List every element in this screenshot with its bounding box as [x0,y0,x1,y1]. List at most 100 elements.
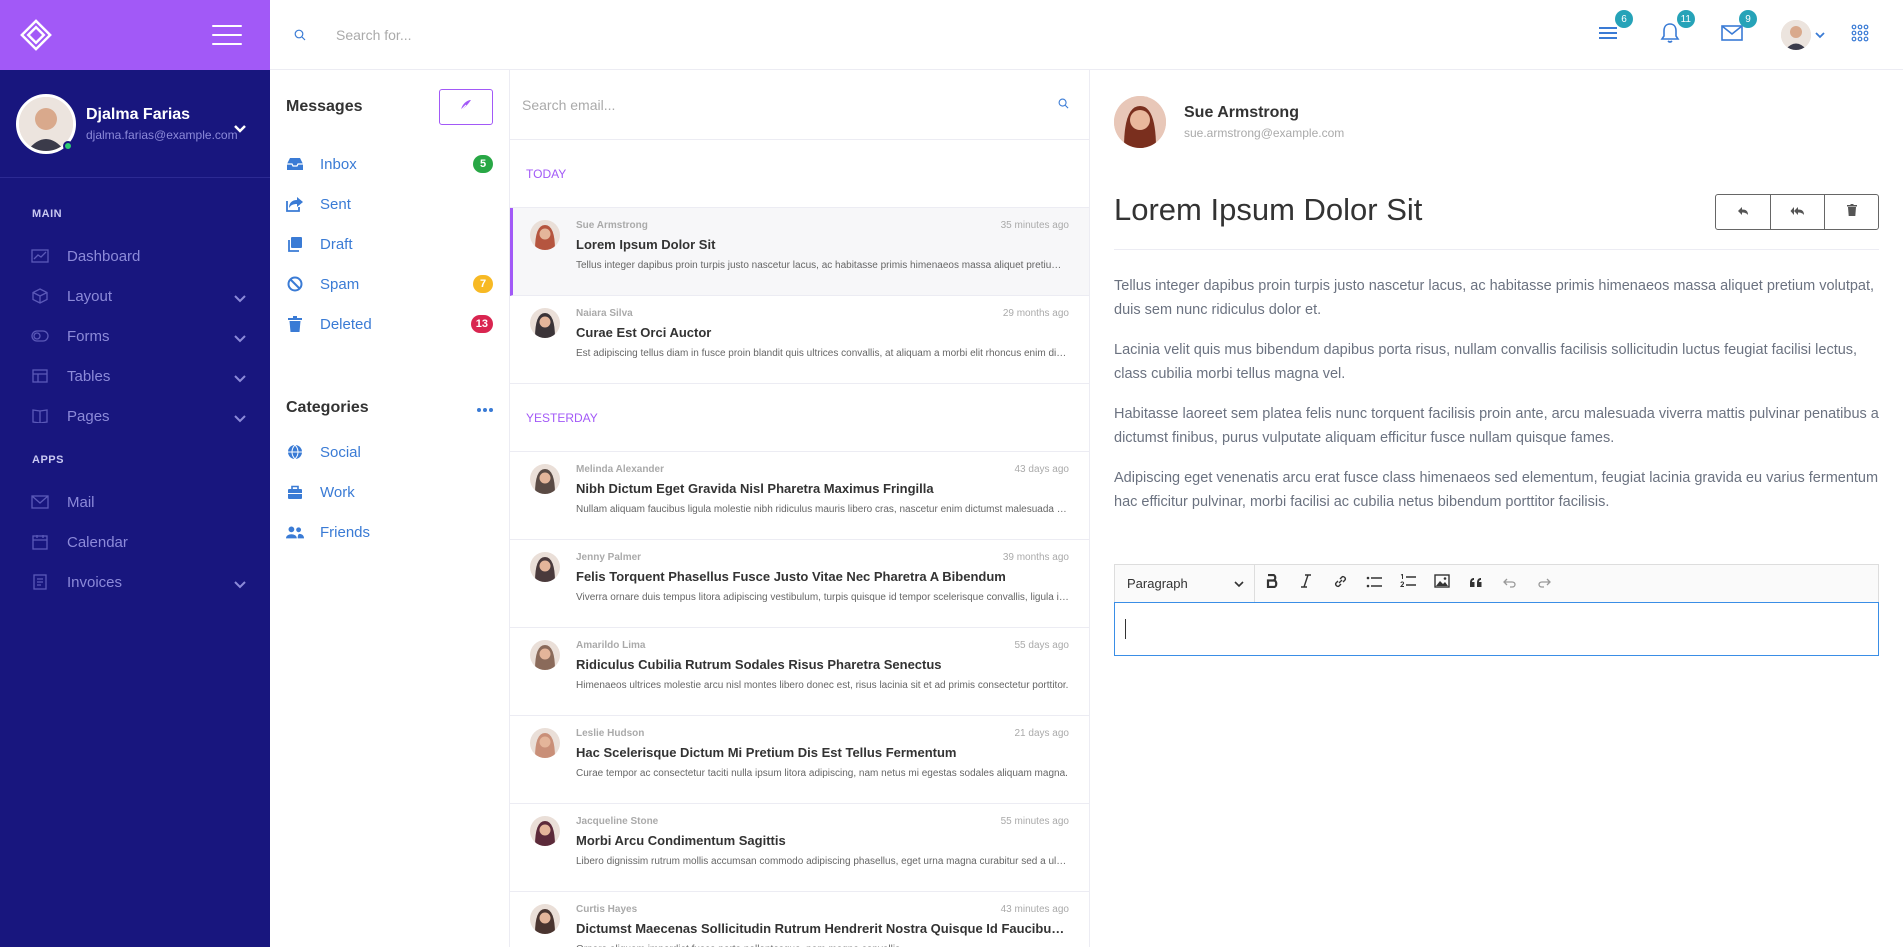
trash-icon [286,315,304,333]
briefcase-icon [286,483,304,501]
sidebar-item-tables[interactable]: Tables [0,356,270,396]
redo-button[interactable] [1527,567,1561,601]
mail-preview: Est adipiscing tellus diam in fusce proi… [576,348,1069,359]
email-body: Tellus integer dapibus proin turpis just… [1114,250,1879,514]
folder-draft[interactable]: Draft [286,224,493,264]
mail-list-item[interactable]: Naiara Silva 29 months ago Curae Est Orci … [510,296,1089,384]
sidebar-item-layout[interactable]: Layout [0,276,270,316]
inbox-icon [286,155,304,173]
numbered-list-button[interactable] [1391,567,1425,601]
editor-toolbar: Paragraph [1115,564,1878,603]
blockquote-button[interactable] [1459,567,1493,601]
compose-button[interactable] [439,89,493,125]
invoice-icon [30,574,50,590]
block-format-select[interactable]: Paragraph [1115,564,1255,603]
reply-button[interactable] [1716,195,1770,229]
mail-preview: Nullam aliquam faucibus ligula molestie … [576,504,1069,515]
mail-preview: Viverra ornare duis tempus litora adipis… [576,592,1069,603]
logo-icon[interactable] [18,17,54,53]
mail-preview: Libero dignissim rutrum mollis accumsan … [576,856,1069,867]
chevron-down-icon[interactable] [234,120,246,138]
chevron-down-icon[interactable] [1815,26,1825,44]
book-icon [30,408,50,424]
chevron-down-icon [234,410,246,427]
bulleted-list-button[interactable] [1357,567,1391,601]
sidebar-item-mail[interactable]: Mail [0,482,270,522]
mail-reader: Sue Armstrong sue.armstrong@example.com … [1090,70,1903,947]
search-icon[interactable] [1058,96,1069,114]
folder-count-badge: 5 [473,155,493,173]
notifications-badge: 11 [1676,10,1695,28]
mail-list-item[interactable]: Amarildo Lima 55 days ago Ridiculus Cubili… [510,628,1089,716]
notifications-button[interactable]: 11 [1657,10,1695,48]
mail-list-item[interactable]: Leslie Hudson 21 days ago Hac Scelerisque … [510,716,1089,804]
bold-button[interactable] [1255,567,1289,601]
sidebar-item-invoices[interactable]: Invoices [0,562,270,602]
folder-label: Spam [320,275,360,293]
folder-sent[interactable]: Sent [286,184,493,224]
tasks-button[interactable]: 6 [1595,10,1633,48]
table-icon [30,368,50,384]
folder-label: Draft [320,235,353,253]
mail-subject: Dictumst Maecenas Sollicitudin Rutrum He… [576,921,1069,936]
undo-button[interactable] [1493,567,1527,601]
mail-list-item[interactable]: Curtis Hayes 43 minutes ago Dictumst Maece… [510,892,1089,947]
mail-list-item[interactable]: Melinda Alexander 43 days ago Nibh Dictum … [510,452,1089,540]
image-icon [1434,574,1450,593]
category-label: Social [320,443,361,461]
reply-text-area[interactable] [1114,602,1879,656]
mail-sender: Naiara Silva [576,308,633,319]
sidebar-item-label: Pages [67,407,110,425]
envelope-icon [1721,24,1743,46]
mail-subject: Felis Torquent Phasellus Fusce Justo Vit… [576,569,1006,584]
sidebar-item-dashboard[interactable]: Dashboard [0,236,270,276]
messages-badge: 9 [1739,10,1757,28]
redo-icon [1537,575,1551,593]
globe-icon [286,443,304,461]
folder-deleted[interactable]: Deleted 13 [286,304,493,344]
mail-subject: Curae Est Orci Auctor [576,325,712,340]
folder-label: Sent [320,195,351,213]
category-work[interactable]: Work [286,472,493,512]
insert-image-button[interactable] [1425,567,1459,601]
global-search-input[interactable] [336,26,736,43]
reply-all-button[interactable] [1770,194,1824,229]
sidebar-item-calendar[interactable]: Calendar [0,522,270,562]
category-friends[interactable]: Friends [286,512,493,552]
user-profile[interactable]: Djalma Farias djalma.farias@example.com [0,70,270,178]
italic-icon [1301,574,1311,593]
messages-button[interactable]: 9 [1719,10,1757,48]
block-format-value: Paragraph [1127,576,1188,591]
mail-list-panel: TODAY Sue Armstrong 35 minutes ago Lorem Ip… [510,70,1090,947]
email-actions [1715,193,1879,230]
link-button[interactable] [1323,567,1357,601]
italic-button[interactable] [1289,567,1323,601]
delete-button[interactable] [1824,194,1878,229]
folder-spam[interactable]: Spam 7 [286,264,493,304]
folder-inbox[interactable]: Inbox 5 [286,144,493,184]
avatar [530,308,560,338]
avatar [530,220,560,250]
sidebar-item-pages[interactable]: Pages [0,396,270,436]
sidebar-item-label: Dashboard [67,247,141,265]
mail-list-item[interactable]: Sue Armstrong 35 minutes ago Lorem Ipsum D… [510,208,1089,296]
mail-time: 35 minutes ago [1000,220,1069,231]
apps-grid-button[interactable] [1847,22,1873,48]
text-caret [1125,619,1126,639]
user-avatar-button[interactable] [1781,20,1811,50]
sidebar-item-label: Forms [67,327,110,345]
grid-icon [1851,24,1869,47]
email-search-input[interactable] [522,96,1058,113]
tasks-icon [1597,24,1619,47]
search-icon[interactable] [294,28,308,42]
category-social[interactable]: Social [286,432,493,472]
mail-sender: Leslie Hudson [576,728,645,739]
mail-list-item[interactable]: Jacqueline Stone 55 minutes ago Morbi Arcu… [510,804,1089,892]
more-icon[interactable] [477,399,493,417]
mail-list-item[interactable]: Jenny Palmer 39 months ago Felis Torquent … [510,540,1089,628]
sidebar-item-label: Mail [67,493,95,511]
ban-icon [286,275,304,293]
sidebar-item-forms[interactable]: Forms [0,316,270,356]
reply-icon [1737,203,1749,221]
menu-toggle-icon[interactable] [212,25,242,45]
